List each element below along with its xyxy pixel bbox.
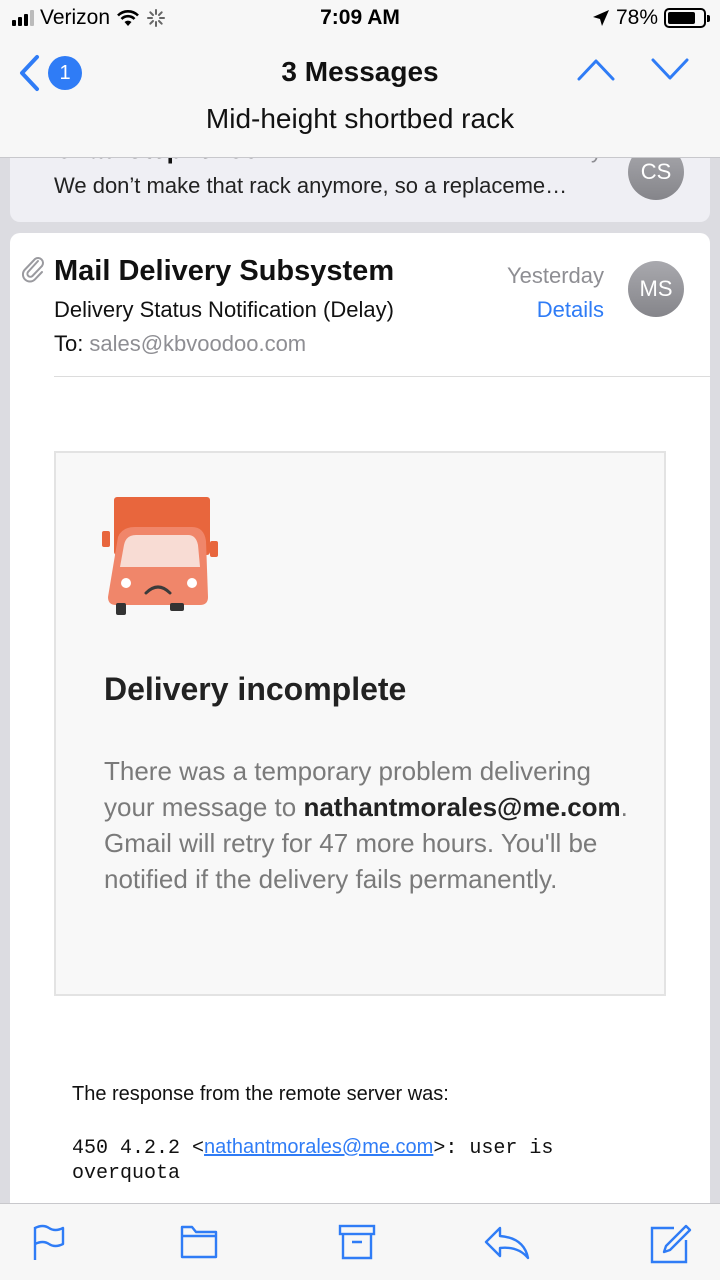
header-divider — [54, 376, 710, 377]
to-label: To: — [54, 331, 84, 356]
recipient-address[interactable]: sales@kbvoodoo.com — [89, 331, 306, 356]
response-code-prefix: 450 4.2.2 < — [72, 1137, 205, 1160]
message-card: Mail Delivery Subsystem Yesterday Detail… — [10, 233, 710, 1203]
thread-subject: Mid-height shortbed rack — [205, 103, 515, 134]
avatar: MS — [628, 261, 684, 317]
response-label: The response from the remote server was: — [72, 1083, 449, 1105]
delivery-notice-box: Delivery incomplete There was a temporar… — [54, 451, 666, 996]
notice-body: There was a temporary problem delivering… — [104, 753, 634, 897]
battery-fill — [668, 12, 695, 24]
nav-bar: 1 3 Messages Mid-height shortbed rack — [0, 38, 720, 158]
next-message-button[interactable] — [650, 56, 690, 82]
message-date: Yesterday — [506, 263, 604, 288]
location-arrow-icon — [592, 10, 609, 26]
reply-icon[interactable] — [484, 1224, 530, 1260]
flag-icon[interactable] — [32, 1224, 66, 1262]
previous-snippet: We don’t make that rack anymore, so a re… — [54, 173, 568, 198]
compose-icon[interactable] — [650, 1224, 692, 1264]
details-link[interactable]: Details — [537, 297, 604, 323]
battery-icon — [664, 8, 710, 28]
folder-icon[interactable] — [180, 1224, 218, 1260]
status-bar: Verizon 7:09 AM 78% — [0, 0, 720, 38]
battery-percent: 78% — [615, 6, 658, 29]
notice-title: Delivery incomplete — [104, 671, 407, 707]
status-right: 78% — [592, 6, 710, 30]
archive-icon[interactable] — [338, 1224, 376, 1260]
paperclip-icon — [22, 257, 44, 283]
message-subject: Delivery Status Notification (Delay) — [54, 297, 394, 322]
previous-message-button[interactable] — [576, 56, 616, 82]
sad-truck-icon — [102, 497, 218, 615]
recipient-line: To: sales@kbvoodoo.com — [54, 331, 306, 357]
response-email-link[interactable]: nathantmorales@me.com — [204, 1136, 433, 1158]
server-response-code: 450 4.2.2 <nathantmorales@me.com>: user … — [72, 1135, 672, 1186]
message-nav-arrows — [576, 56, 690, 82]
sender-name: Mail Delivery Subsystem — [54, 255, 395, 287]
failed-recipient-email: nathantmorales@me.com — [303, 792, 621, 822]
bottom-toolbar — [0, 1203, 720, 1280]
